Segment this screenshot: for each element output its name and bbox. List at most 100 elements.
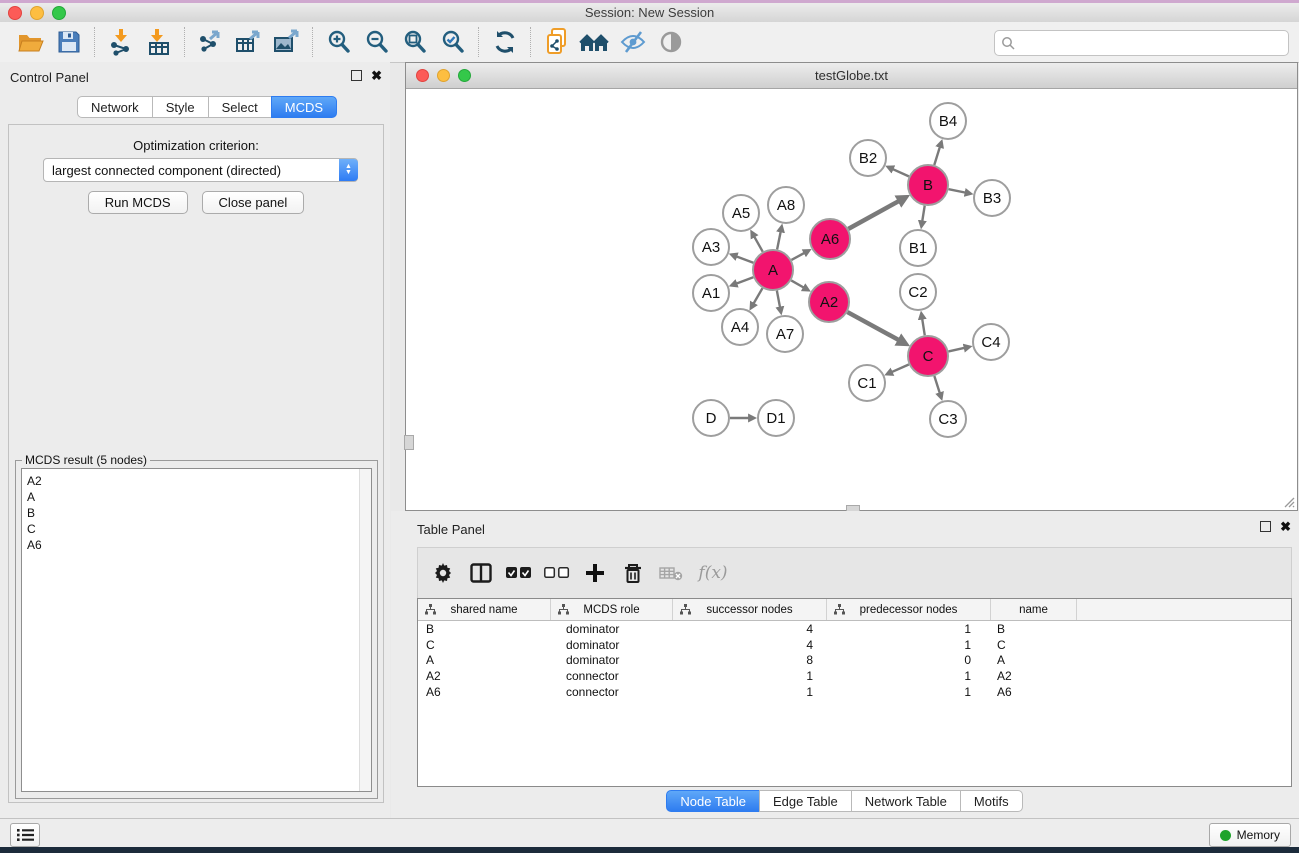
cell-successor-nodes[interactable]: 4 <box>673 638 827 652</box>
tab-mcds[interactable]: MCDS <box>271 96 337 118</box>
search-input[interactable] <box>994 30 1289 56</box>
open-session-icon[interactable] <box>12 26 50 58</box>
cell-predecessor-nodes[interactable]: 0 <box>827 653 991 667</box>
graph-node-D[interactable]: D <box>693 400 729 436</box>
edge-A-A7[interactable] <box>777 291 780 308</box>
edge-C-C4[interactable] <box>948 348 964 352</box>
graph-node-B1[interactable]: B1 <box>900 230 936 266</box>
table-mode-gear-icon[interactable] <box>424 555 462 591</box>
column-header-shared-name[interactable]: shared name <box>418 599 551 620</box>
optimization-criterion-dropdown[interactable]: largest connected component (directed) ▲… <box>43 158 358 182</box>
edge-A-A5[interactable] <box>754 237 763 252</box>
cell-name[interactable]: B <box>991 622 1077 636</box>
graph-node-A7[interactable]: A7 <box>767 316 803 352</box>
task-history-button[interactable] <box>10 823 40 847</box>
minimize-window-button[interactable] <box>30 6 44 20</box>
column-header-name[interactable]: name <box>991 599 1077 620</box>
cell-MCDS-role[interactable]: dominator <box>551 653 673 667</box>
edge-C-C1[interactable] <box>892 364 909 372</box>
graph-node-B[interactable]: B <box>908 165 948 205</box>
zoom-fit-icon[interactable] <box>396 26 434 58</box>
create-column-icon[interactable] <box>576 555 614 591</box>
close-window-button[interactable] <box>8 6 22 20</box>
result-item[interactable]: A6 <box>22 537 371 553</box>
unselect-all-columns-icon[interactable] <box>538 555 576 591</box>
graph-node-B2[interactable]: B2 <box>850 140 886 176</box>
edge-B-B2[interactable] <box>893 169 909 176</box>
run-mcds-button[interactable]: Run MCDS <box>88 191 188 214</box>
zoom-window-button[interactable] <box>52 6 66 20</box>
tab-network-table[interactable]: Network Table <box>851 790 961 812</box>
edge-A6-B[interactable] <box>848 201 899 229</box>
edge-A-A4[interactable] <box>754 288 763 303</box>
tab-style[interactable]: Style <box>152 96 209 118</box>
network-canvas[interactable]: B4B2BB3A8A5A6A3B1AA1C2A2A4A7C4CC1DD1C3 <box>406 89 1297 510</box>
cell-MCDS-role[interactable]: connector <box>551 669 673 683</box>
select-all-columns-icon[interactable] <box>500 555 538 591</box>
result-item[interactable]: C <box>22 521 371 537</box>
graph-node-A4[interactable]: A4 <box>722 309 758 345</box>
edge-A-A2[interactable] <box>791 280 804 287</box>
cell-predecessor-nodes[interactable]: 1 <box>827 638 991 652</box>
graph-node-A3[interactable]: A3 <box>693 229 729 265</box>
copy-network-style-icon[interactable] <box>538 26 576 58</box>
tab-motifs[interactable]: Motifs <box>960 790 1023 812</box>
edge-A-A6[interactable] <box>791 253 804 260</box>
edge-C-C2[interactable] <box>922 319 925 336</box>
edge-A-A8[interactable] <box>777 231 781 249</box>
result-item[interactable]: A <box>22 489 371 505</box>
close-panel-icon[interactable]: ✖ <box>371 70 382 81</box>
table-row[interactable]: Bdominator41B <box>418 621 1291 637</box>
zoom-out-icon[interactable] <box>358 26 396 58</box>
cell-shared-name[interactable]: A6 <box>418 685 551 699</box>
table-row[interactable]: Cdominator41C <box>418 637 1291 653</box>
network-minimize-button[interactable] <box>437 69 450 82</box>
cell-predecessor-nodes[interactable]: 1 <box>827 685 991 699</box>
graph-node-B4[interactable]: B4 <box>930 103 966 139</box>
edge-B-B3[interactable] <box>949 189 966 192</box>
table-row[interactable]: A2connector11A2 <box>418 668 1291 684</box>
close-table-panel-icon[interactable]: ✖ <box>1280 521 1291 532</box>
graph-node-B3[interactable]: B3 <box>974 180 1010 216</box>
delete-columns-icon[interactable] <box>614 555 652 591</box>
network-window-titlebar[interactable]: testGlobe.txt <box>406 63 1297 89</box>
export-image-icon[interactable] <box>268 26 306 58</box>
result-item[interactable]: A2 <box>22 473 371 489</box>
edge-A-A3[interactable] <box>736 256 753 262</box>
cell-shared-name[interactable]: A2 <box>418 669 551 683</box>
cell-predecessor-nodes[interactable]: 1 <box>827 622 991 636</box>
column-header-successor-nodes[interactable]: successor nodes <box>673 599 827 620</box>
tab-network[interactable]: Network <box>77 96 153 118</box>
close-panel-button[interactable]: Close panel <box>202 191 305 214</box>
memory-button[interactable]: Memory <box>1209 823 1291 847</box>
graph-node-C3[interactable]: C3 <box>930 401 966 437</box>
cell-name[interactable]: A6 <box>991 685 1077 699</box>
tab-edge-table[interactable]: Edge Table <box>759 790 852 812</box>
cell-MCDS-role[interactable]: dominator <box>551 622 673 636</box>
graph-node-A1[interactable]: A1 <box>693 275 729 311</box>
table-row[interactable]: Adominator80A <box>418 652 1291 668</box>
zoom-selected-icon[interactable] <box>434 26 472 58</box>
edge-C-C3[interactable] <box>934 376 939 393</box>
show-columns-icon[interactable] <box>462 555 500 591</box>
export-table-icon[interactable] <box>230 26 268 58</box>
edge-B-B4[interactable] <box>934 147 940 165</box>
graph-node-A8[interactable]: A8 <box>768 187 804 223</box>
cell-predecessor-nodes[interactable]: 1 <box>827 669 991 683</box>
save-session-icon[interactable] <box>50 26 88 58</box>
table-row[interactable]: A6connector11A6 <box>418 684 1291 700</box>
graph-node-C[interactable]: C <box>908 336 948 376</box>
hide-graphics-details-icon[interactable] <box>614 26 652 58</box>
result-list-scrollbar[interactable] <box>359 469 371 791</box>
graph-node-A6[interactable]: A6 <box>810 219 850 259</box>
tab-node-table[interactable]: Node Table <box>666 790 760 812</box>
graph-node-A5[interactable]: A5 <box>723 195 759 231</box>
cell-name[interactable]: C <box>991 638 1077 652</box>
tab-select[interactable]: Select <box>208 96 272 118</box>
cell-MCDS-role[interactable]: connector <box>551 685 673 699</box>
window-resize-grip[interactable] <box>1283 496 1295 508</box>
show-graphics-details-icon[interactable] <box>652 26 690 58</box>
network-close-button[interactable] <box>416 69 429 82</box>
column-header-MCDS-role[interactable]: MCDS role <box>551 599 673 620</box>
cell-MCDS-role[interactable]: dominator <box>551 638 673 652</box>
